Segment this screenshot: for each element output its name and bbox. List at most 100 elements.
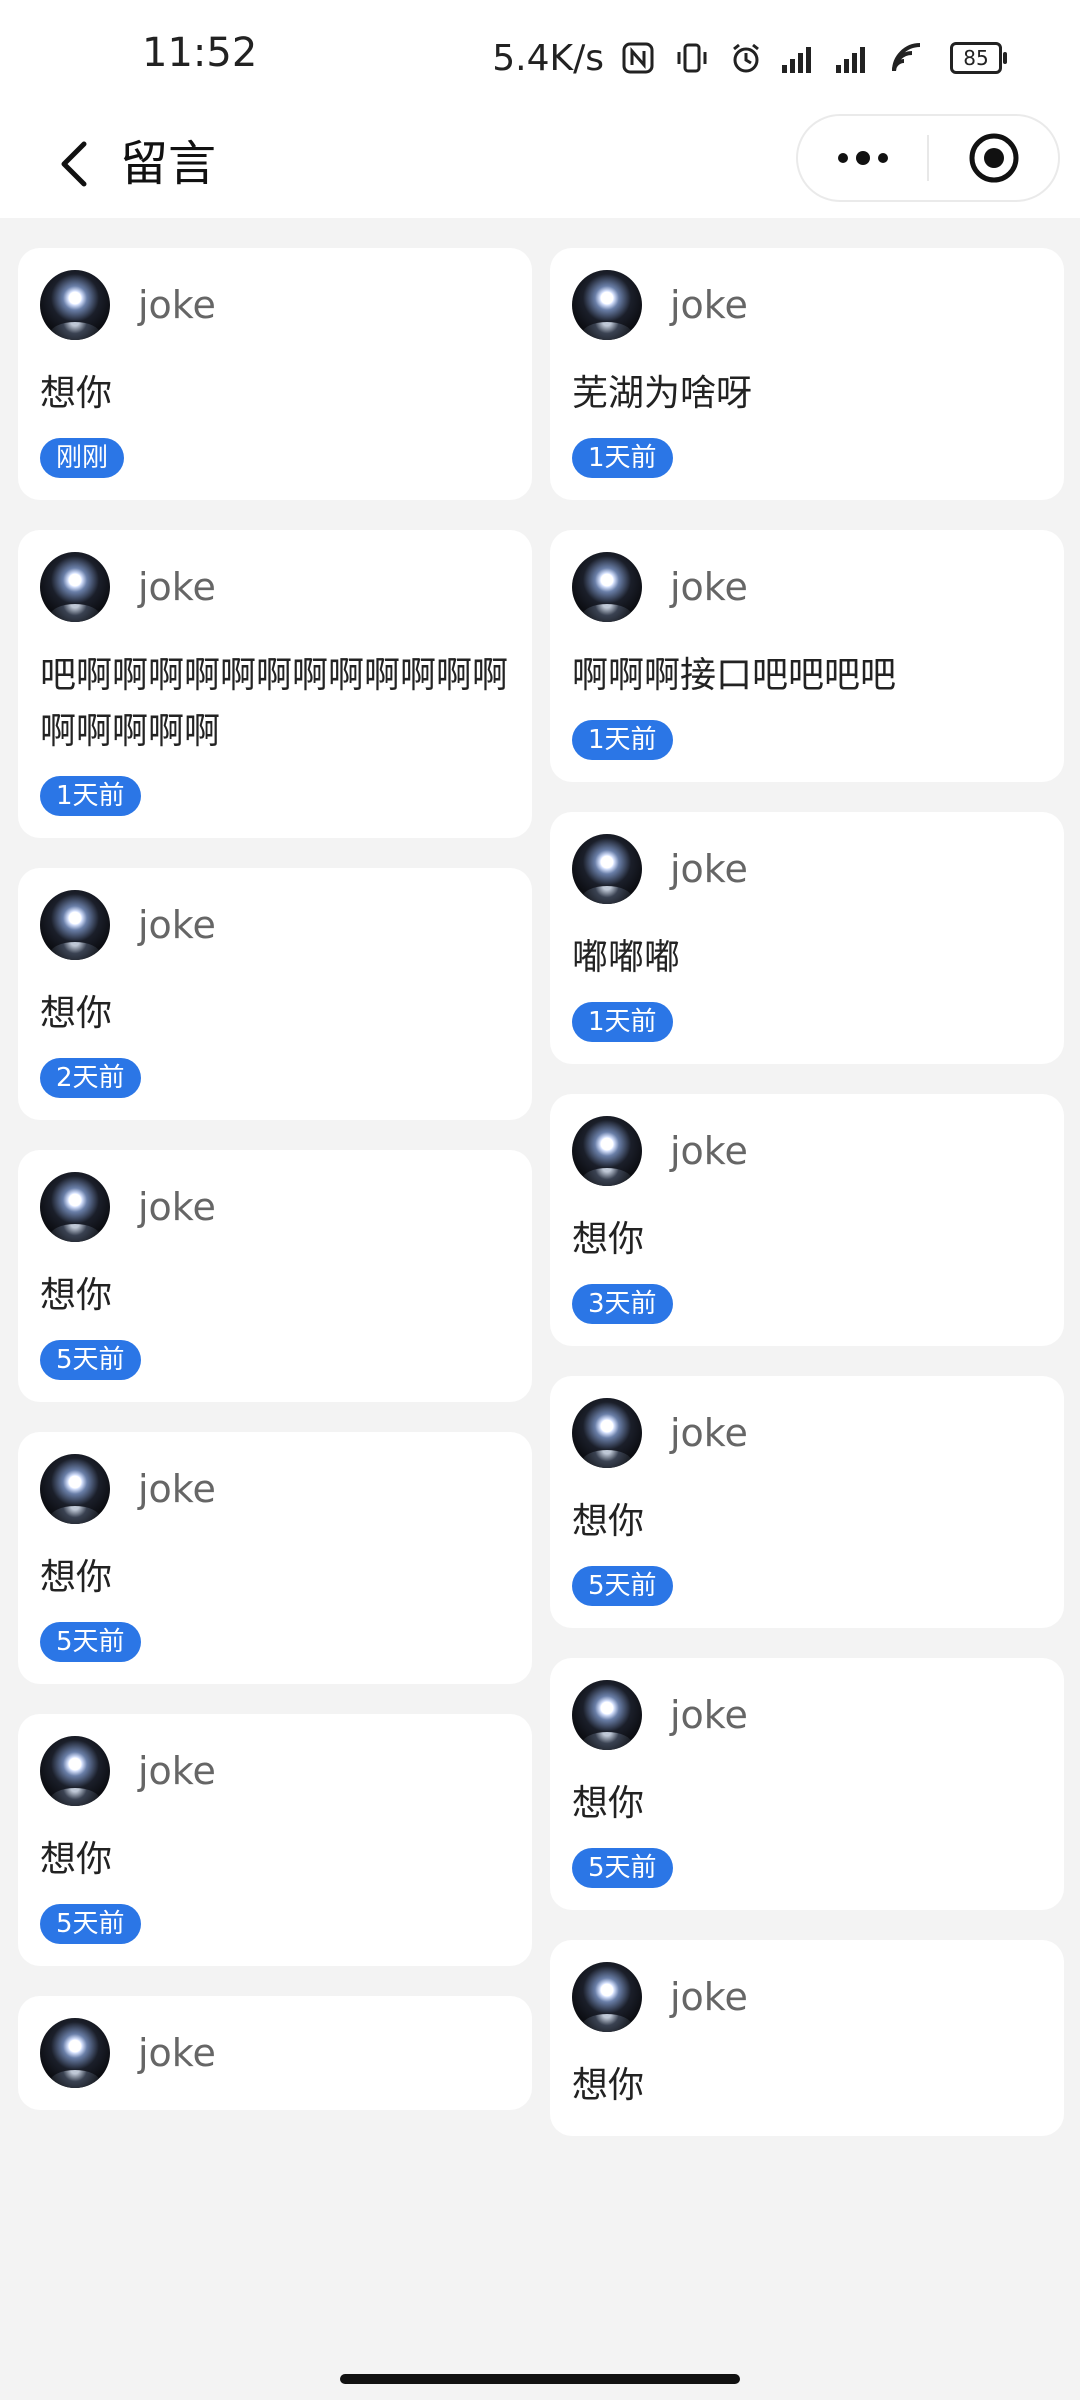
message-header: joke — [40, 2018, 510, 2088]
message-text: 想你 — [40, 1275, 113, 1316]
time-badge: 2天前 — [40, 1058, 141, 1098]
message-card[interactable]: joke 芜湖为啥呀 1天前 — [550, 248, 1064, 500]
avatar[interactable] — [572, 1116, 642, 1186]
avatar[interactable] — [40, 2018, 110, 2088]
message-header: joke — [572, 1116, 1042, 1186]
message-card[interactable]: joke 想你 5天前 — [18, 1150, 532, 1402]
message-text: 想你 — [40, 993, 113, 1034]
message-text: 嘟嘟嘟 — [572, 937, 681, 978]
message-card[interactable]: joke 想你 5天前 — [550, 1658, 1064, 1910]
username: joke — [670, 1411, 748, 1455]
more-button[interactable] — [798, 116, 927, 200]
time-badge: 1天前 — [572, 1002, 673, 1042]
close-button[interactable] — [929, 116, 1058, 200]
username: joke — [138, 1749, 216, 1793]
avatar[interactable] — [40, 890, 110, 960]
message-list[interactable]: joke 想你 刚刚 joke 吧啊啊啊啊啊啊啊啊啊啊啊啊啊啊啊啊啊 1天前 joke 想你 2… — [0, 218, 1080, 2360]
username: joke — [138, 1467, 216, 1511]
message-header: joke — [40, 270, 510, 340]
message-card[interactable]: joke 想你 5天前 — [18, 1432, 532, 1684]
username: joke — [670, 565, 748, 609]
avatar[interactable] — [572, 552, 642, 622]
signal-1-icon — [780, 38, 820, 78]
time-badge: 5天前 — [40, 1622, 141, 1662]
miniprogram-capsule — [796, 114, 1060, 202]
avatar[interactable] — [40, 270, 110, 340]
network-speed: 5.4K/s — [492, 37, 604, 79]
alarm-icon — [726, 38, 766, 78]
home-indicator[interactable] — [340, 2374, 740, 2384]
avatar[interactable] — [572, 834, 642, 904]
avatar[interactable] — [40, 1172, 110, 1242]
avatar[interactable] — [572, 1680, 642, 1750]
message-header: joke — [40, 1454, 510, 1524]
message-card[interactable]: joke 想你 3天前 — [550, 1094, 1064, 1346]
message-text: 芜湖为啥呀 — [572, 373, 753, 414]
message-card[interactable]: joke 想你 — [550, 1940, 1064, 2136]
avatar[interactable] — [40, 552, 110, 622]
time-badge: 1天前 — [572, 720, 673, 760]
message-card[interactable]: joke — [18, 1996, 532, 2110]
time-badge: 5天前 — [40, 1340, 141, 1380]
avatar[interactable] — [40, 1454, 110, 1524]
message-column-right: joke 芜湖为啥呀 1天前 joke 啊啊啊接口吧吧吧吧 1天前 joke 嘟嘟嘟 1天前 jo… — [550, 248, 1064, 2166]
message-card[interactable]: joke 想你 5天前 — [18, 1714, 532, 1966]
chevron-left-icon — [61, 141, 87, 187]
status-bar: 11:52 5.4K/s 85 — [0, 0, 1080, 110]
avatar[interactable] — [572, 1398, 642, 1468]
message-card[interactable]: joke 想你 2天前 — [18, 868, 532, 1120]
time-badge: 5天前 — [572, 1848, 673, 1888]
avatar[interactable] — [40, 1736, 110, 1806]
message-text: 想你 — [572, 1501, 645, 1542]
username: joke — [670, 283, 748, 327]
wifi-icon — [888, 38, 928, 78]
message-text: 吧啊啊啊啊啊啊啊啊啊啊啊啊啊啊啊啊啊 — [40, 655, 509, 752]
message-card[interactable]: joke 嘟嘟嘟 1天前 — [550, 812, 1064, 1064]
target-icon — [969, 133, 1018, 183]
time-badge: 3天前 — [572, 1284, 673, 1324]
vibrate-icon — [672, 38, 712, 78]
message-card[interactable]: joke 吧啊啊啊啊啊啊啊啊啊啊啊啊啊啊啊啊啊 1天前 — [18, 530, 532, 838]
username: joke — [138, 283, 216, 327]
nav-bar: 留言 — [0, 110, 1080, 218]
nfc-icon — [618, 38, 658, 78]
home-indicator-area — [0, 2360, 1080, 2400]
username: joke — [670, 1975, 748, 2019]
message-header: joke — [572, 1962, 1042, 2032]
avatar[interactable] — [572, 270, 642, 340]
message-header: joke — [572, 270, 1042, 340]
username: joke — [670, 847, 748, 891]
message-column-left: joke 想你 刚刚 joke 吧啊啊啊啊啊啊啊啊啊啊啊啊啊啊啊啊啊 1天前 joke 想你 2… — [18, 248, 532, 2140]
battery-indicator: 85 — [950, 42, 1007, 74]
message-card[interactable]: joke 啊啊啊接口吧吧吧吧 1天前 — [550, 530, 1064, 782]
message-text: 想你 — [40, 1839, 113, 1880]
message-header: joke — [40, 890, 510, 960]
message-header: joke — [40, 1736, 510, 1806]
time-badge: 1天前 — [572, 438, 673, 478]
message-header: joke — [572, 552, 1042, 622]
message-header: joke — [572, 834, 1042, 904]
username: joke — [138, 1185, 216, 1229]
message-card[interactable]: joke 想你 5天前 — [550, 1376, 1064, 1628]
message-text: 想你 — [40, 373, 113, 414]
time-badge: 1天前 — [40, 776, 141, 816]
page-title: 留言 — [120, 136, 217, 192]
time-badge: 5天前 — [40, 1904, 141, 1944]
back-button[interactable] — [38, 128, 110, 200]
message-text: 想你 — [40, 1557, 113, 1598]
status-icons: 5.4K/s 85 — [492, 28, 1007, 88]
message-text: 啊啊啊接口吧吧吧吧 — [572, 655, 897, 696]
username: joke — [670, 1129, 748, 1173]
username: joke — [138, 2031, 216, 2075]
avatar[interactable] — [572, 1962, 642, 2032]
username: joke — [670, 1693, 748, 1737]
message-text: 想你 — [572, 2065, 645, 2106]
message-header: joke — [40, 1172, 510, 1242]
message-header: joke — [40, 552, 510, 622]
time-badge: 5天前 — [572, 1566, 673, 1606]
message-header: joke — [572, 1398, 1042, 1468]
username: joke — [138, 565, 216, 609]
signal-2-icon — [834, 38, 874, 78]
message-card[interactable]: joke 想你 刚刚 — [18, 248, 532, 500]
status-time: 11:52 — [142, 30, 258, 76]
